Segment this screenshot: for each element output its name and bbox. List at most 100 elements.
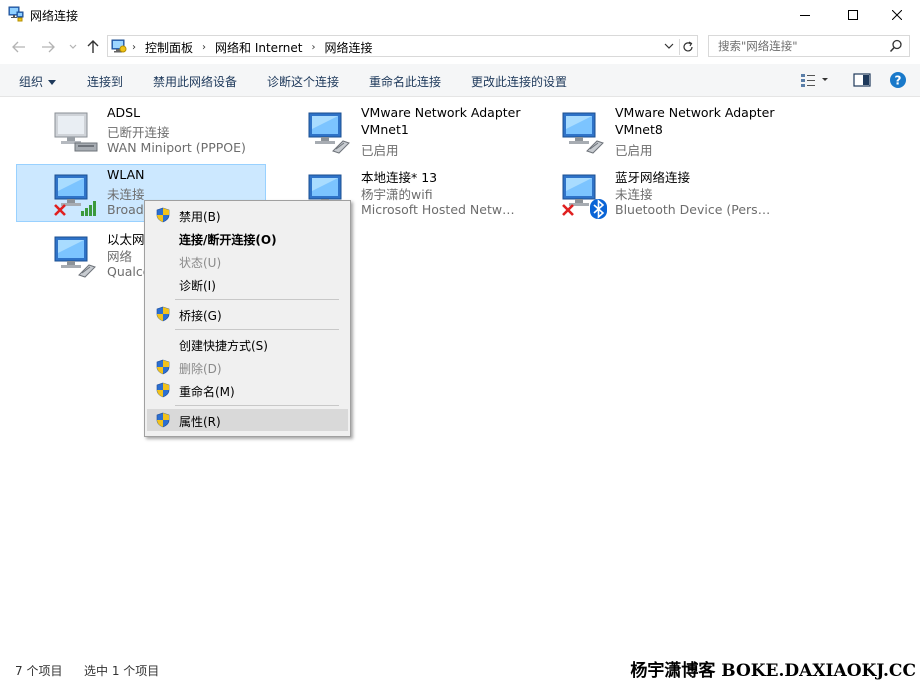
connection-name: WLAN: [107, 167, 145, 182]
ethernet-network-icon: [308, 112, 350, 154]
back-button[interactable]: [10, 38, 28, 56]
menu-item-properties[interactable]: 属性(R): [147, 409, 348, 431]
close-button[interactable]: [874, 0, 920, 30]
svg-text:?: ?: [895, 74, 902, 88]
menu-item-delete[interactable]: 删除(D): [147, 356, 348, 378]
menu-item-disable[interactable]: 禁用(B): [147, 204, 348, 226]
forward-button[interactable]: [39, 38, 57, 56]
refresh-button[interactable]: [679, 39, 695, 55]
status-bar: 7 个项目 选中 1 个项目 杨宇潇博客 BOKE.DAXIAOKJ.CC: [0, 656, 920, 680]
menu-item-label: 状态(U): [179, 256, 222, 270]
menu-item-rename[interactable]: 重命名(M): [147, 379, 348, 401]
selected-count: 选中 1 个项目: [84, 664, 160, 678]
menu-item-diagnose[interactable]: 诊断(I): [147, 273, 348, 295]
connection-status: 已启用: [615, 143, 653, 158]
refresh-icon: [682, 41, 693, 52]
help-icon[interactable]: ?: [889, 71, 907, 89]
connection-status: 网络: [107, 249, 133, 264]
connections-list: ADSL 已断开连接 WAN Miniport (PPPOE) VMware N…: [0, 98, 920, 653]
context-menu: 禁用(B) 连接/断开连接(O) 状态(U) 诊断(I) 桥接(G) 创建快捷方…: [144, 200, 351, 437]
breadcrumb-separator-icon: ›: [132, 42, 136, 53]
change-settings-button[interactable]: 更改此连接的设置: [471, 73, 567, 90]
organize-button[interactable]: 组织: [19, 73, 57, 90]
menu-item-status[interactable]: 状态(U): [147, 250, 348, 272]
breadcrumb-control-panel[interactable]: 控制面板: [145, 39, 193, 56]
window-title: 网络连接: [30, 9, 79, 23]
menu-item-connect-disconnect[interactable]: 连接/断开连接(O): [147, 227, 348, 249]
connection-item-vmnet8[interactable]: VMware Network Adapter VMnet8 已启用: [524, 102, 775, 160]
breadcrumb-network-internet[interactable]: 网络和 Internet: [215, 39, 302, 56]
uac-shield-icon: [156, 207, 170, 223]
breadcrumb-network-connections[interactable]: 网络连接: [324, 39, 372, 56]
menu-item-label: 桥接(G): [179, 309, 222, 323]
control-panel-icon: [111, 39, 127, 53]
command-bar: 组织 连接到 禁用此网络设备 诊断这个连接 重命名此连接 更改此连接的设置 ?: [0, 64, 920, 97]
menu-item-create-shortcut[interactable]: 创建快捷方式(S): [147, 333, 348, 355]
menu-item-label: 诊断(I): [179, 279, 216, 293]
connection-status: 未连接: [107, 187, 145, 202]
menu-item-label: 连接/断开连接(O): [179, 233, 277, 247]
connection-status: 已断开连接: [107, 125, 170, 140]
connection-status: 已启用: [361, 143, 399, 158]
organize-label: 组织: [19, 75, 44, 89]
maximize-icon: [848, 10, 858, 20]
network-connections-icon: [8, 6, 24, 22]
disconnected-x-icon: [562, 204, 574, 216]
chevron-down-icon: [69, 44, 77, 49]
connection-device: Microsoft Hosted Netwo...: [361, 202, 521, 217]
menu-item-label: 重命名(M): [179, 385, 235, 399]
connection-name: ADSL: [107, 105, 141, 120]
menu-item-label: 属性(R): [179, 415, 221, 429]
close-icon: [892, 10, 902, 20]
menu-separator: [175, 405, 339, 406]
search-box[interactable]: [708, 35, 910, 57]
connect-to-button[interactable]: 连接到: [87, 73, 123, 90]
connection-item-adsl[interactable]: ADSL 已断开连接 WAN Miniport (PPPOE): [16, 102, 266, 160]
preview-pane-icon[interactable]: [853, 72, 871, 88]
recent-locations-button[interactable]: [64, 38, 82, 56]
address-dropdown-button[interactable]: [663, 40, 677, 54]
title-bar: 网络连接: [0, 0, 920, 30]
menu-item-label: 禁用(B): [179, 210, 221, 224]
connection-item-vmnet1[interactable]: VMware Network Adapter VMnet1 已启用: [270, 102, 521, 160]
view-options-icon[interactable]: [800, 72, 828, 88]
connection-name: VMware Network Adapter: [615, 105, 775, 120]
search-input[interactable]: [709, 36, 884, 56]
connection-status: 未连接: [615, 187, 653, 202]
uac-shield-icon: [156, 359, 170, 375]
menu-item-label: 创建快捷方式(S): [179, 339, 268, 353]
connection-status: 杨宇潇的wifi: [361, 187, 433, 202]
menu-separator: [175, 299, 339, 300]
minimize-icon: [800, 15, 810, 16]
connection-name-continued: VMnet8: [615, 122, 663, 137]
ethernet-network-icon: [562, 112, 604, 154]
connection-name-continued: VMnet1: [361, 122, 409, 137]
disable-device-button[interactable]: 禁用此网络设备: [153, 73, 237, 90]
caret-down-icon: [48, 80, 57, 85]
menu-item-bridge[interactable]: 桥接(G): [147, 303, 348, 325]
arrow-up-icon: [87, 40, 99, 53]
chevron-down-icon: [664, 43, 674, 49]
maximize-button[interactable]: [830, 0, 876, 30]
connection-name: VMware Network Adapter: [361, 105, 521, 120]
up-button[interactable]: [84, 38, 102, 56]
diagnose-button[interactable]: 诊断这个连接: [267, 73, 339, 90]
breadcrumb: › 控制面板 › 网络和 Internet › 网络连接: [132, 39, 373, 56]
uac-shield-icon: [156, 412, 170, 428]
rename-button[interactable]: 重命名此连接: [369, 73, 441, 90]
connection-device: Bluetooth Device (Perso...: [615, 202, 775, 217]
uac-shield-icon: [156, 306, 170, 322]
item-count: 7 个项目: [15, 664, 63, 678]
connection-item-bluetooth[interactable]: 蓝牙网络连接 未连接 Bluetooth Device (Perso...: [524, 164, 775, 222]
uac-shield-icon: [156, 382, 170, 398]
watermark: 杨宇潇博客 BOKE.DAXIAOKJ.CC: [630, 661, 916, 680]
minimize-button[interactable]: [782, 0, 828, 30]
breadcrumb-separator-icon: ›: [311, 42, 316, 53]
ethernet-network-icon: [54, 236, 96, 278]
menu-separator: [175, 329, 339, 330]
menu-item-label: 删除(D): [179, 362, 222, 376]
search-icon[interactable]: [889, 39, 903, 53]
dialup-network-icon: [54, 112, 98, 152]
arrow-right-icon: [42, 41, 55, 53]
address-bar[interactable]: › 控制面板 › 网络和 Internet › 网络连接: [107, 35, 698, 57]
